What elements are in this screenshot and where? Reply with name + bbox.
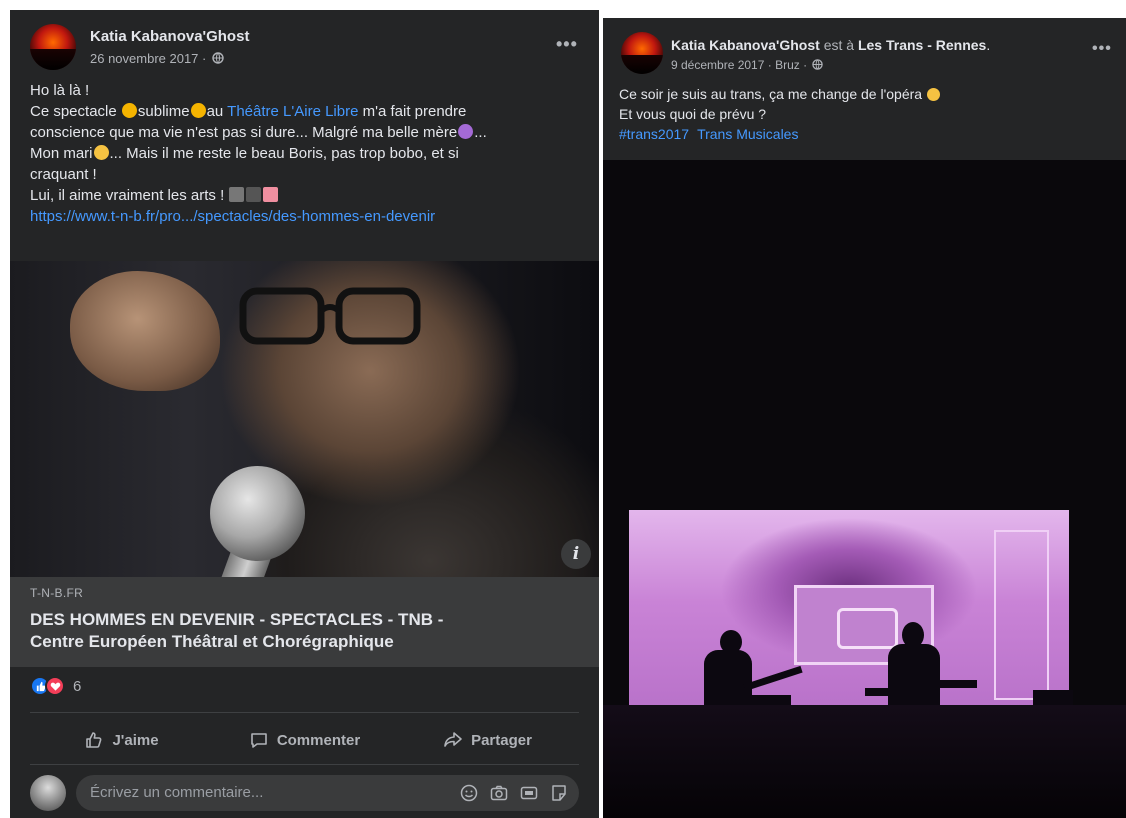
page-link[interactable]: Trans Musicales (697, 126, 798, 142)
stage-floor (603, 705, 1126, 818)
more-options-button[interactable]: ••• (1092, 40, 1112, 58)
post-text-line: Ce soir je suis au trans, ça me change d… (619, 84, 1119, 104)
post-photo-actor[interactable]: i (10, 261, 599, 577)
reactions-summary[interactable]: 6 (30, 675, 81, 697)
clap-emoji-icon (190, 103, 206, 118)
divider (30, 764, 579, 765)
post-text: Ce soir je suis au trans, ça me change d… (619, 84, 1119, 144)
link-preview[interactable]: T-N-B.FR DES HOMMES EN DEVENIR - SPECTAC… (10, 577, 599, 667)
sticker-icon[interactable] (549, 783, 569, 803)
link-title: DES HOMMES EN DEVENIR - SPECTACLES - TNB… (30, 609, 443, 653)
share-icon (444, 732, 462, 747)
comment-button[interactable]: Commenter (213, 719, 396, 761)
post-date[interactable]: 9 décembre 2017 · Bruz · (671, 58, 824, 72)
like-label: J'aime (112, 731, 159, 749)
thumbs-up-icon (86, 732, 102, 748)
post-text-line: Et vous quoi de prévu ? (619, 106, 767, 122)
share-label: Partager (471, 731, 532, 749)
camera-icon[interactable] (489, 783, 509, 803)
hashtag-link[interactable]: #trans2017 (619, 126, 689, 142)
screen-panel (994, 530, 1049, 700)
text-fragment: ... Mais il me reste le beau Boris, pas … (109, 145, 459, 162)
post-text-line: craquant ! (30, 166, 97, 183)
info-button[interactable]: i (561, 539, 591, 569)
post-date-text: 26 novembre 2017 · (90, 51, 207, 66)
location-link[interactable]: Les Trans - Rennes (858, 37, 986, 53)
text-fragment: sublime (137, 103, 190, 120)
post-card-right: Katia Kabanova'Ghost est à Les Trans - R… (603, 18, 1126, 818)
text-fragment: Ce soir je suis au trans, ça me change d… (619, 86, 926, 102)
post-text-line: conscience que ma vie n'est pas si dure.… (30, 122, 590, 143)
text-fragment: conscience que ma vie n'est pas si dure.… (30, 124, 458, 141)
link-title-line: Centre Européen Théâtral et Chorégraphiq… (30, 632, 394, 651)
text-fragment: Lui, il aime vraiment les arts ! (30, 187, 229, 204)
author-name[interactable]: Katia Kabanova'Ghost (90, 28, 249, 45)
globe-icon (212, 52, 224, 64)
post-header: Katia Kabanova'Ghost est à Les Trans - R… (671, 37, 990, 53)
location-prefix: est à (819, 37, 858, 53)
synth-top (865, 688, 935, 696)
love-reaction-icon (45, 676, 65, 696)
photo-glasses-shape (239, 287, 421, 345)
theatre-link[interactable]: Théâtre L'Aire Libre (227, 103, 358, 120)
location-suffix: . (986, 37, 991, 53)
post-date[interactable]: 26 novembre 2017 · (90, 51, 224, 66)
clap-emoji-icon (121, 103, 137, 118)
text-fragment: Ce spectacle (30, 103, 121, 120)
post-text-line: Mon mari ... Mais il me reste le beau Bor… (30, 143, 590, 164)
devil-emoji-icon (458, 124, 474, 139)
author-name[interactable]: Katia Kabanova'Ghost (671, 37, 820, 53)
book-emoji-icon (263, 187, 279, 202)
comment-icon (251, 733, 267, 748)
more-options-button[interactable]: ••• (556, 34, 578, 55)
post-url-link[interactable]: https://www.t-n-b.fr/pro.../spectacles/d… (30, 206, 590, 227)
link-domain: T-N-B.FR (30, 586, 84, 600)
clapper-emoji-icon (246, 187, 262, 202)
post-photo-concert[interactable] (603, 160, 1126, 818)
gif-icon[interactable] (519, 783, 539, 803)
laughing-emoji-icon (926, 88, 940, 101)
globe-icon (812, 59, 824, 70)
reaction-count: 6 (73, 677, 82, 695)
user-avatar[interactable] (30, 775, 66, 811)
like-button[interactable]: J'aime (30, 719, 213, 761)
author-avatar[interactable] (30, 24, 76, 70)
author-avatar[interactable] (621, 32, 663, 74)
emoji-icon[interactable] (459, 783, 479, 803)
post-actions: J'aime Commenter Partager (30, 719, 579, 761)
comment-label: Commenter (276, 731, 361, 749)
text-fragment: ... (474, 124, 487, 141)
synth-right (933, 680, 977, 688)
photo-microphone (210, 466, 305, 561)
photo-fist-shape (70, 271, 220, 391)
divider (30, 712, 579, 713)
face-emoji-icon (93, 145, 109, 160)
post-text-line: Ce spectacle sublime au Théâtre L'Aire Li… (30, 101, 590, 122)
post-text-line: #trans2017 Trans Musicales (619, 124, 1119, 144)
text-fragment: au (206, 103, 228, 120)
share-button[interactable]: Partager (396, 719, 579, 761)
post-text-line: Ho là là ! (30, 82, 90, 99)
post-text: Ho là là ! Ce spectacle sublime au Théâtr… (30, 80, 590, 227)
post-card-left: Katia Kabanova'Ghost 26 novembre 2017 · … (10, 10, 599, 818)
comment-placeholder: Écrivez un commentaire... (90, 784, 264, 801)
text-fragment: Mon mari (30, 145, 93, 162)
link-title-line: DES HOMMES EN DEVENIR - SPECTACLES - TNB… (30, 610, 444, 629)
post-date-text: 9 décembre 2017 · Bruz · (671, 58, 808, 72)
text-fragment: m'a fait prendre (358, 103, 467, 120)
post-text-line: Lui, il aime vraiment les arts ! (30, 185, 590, 206)
comment-input[interactable]: Écrivez un commentaire... (76, 775, 579, 811)
film-emoji-icon (229, 187, 245, 202)
comment-composer: Écrivez un commentaire... (30, 773, 579, 813)
comment-tools (459, 783, 569, 803)
